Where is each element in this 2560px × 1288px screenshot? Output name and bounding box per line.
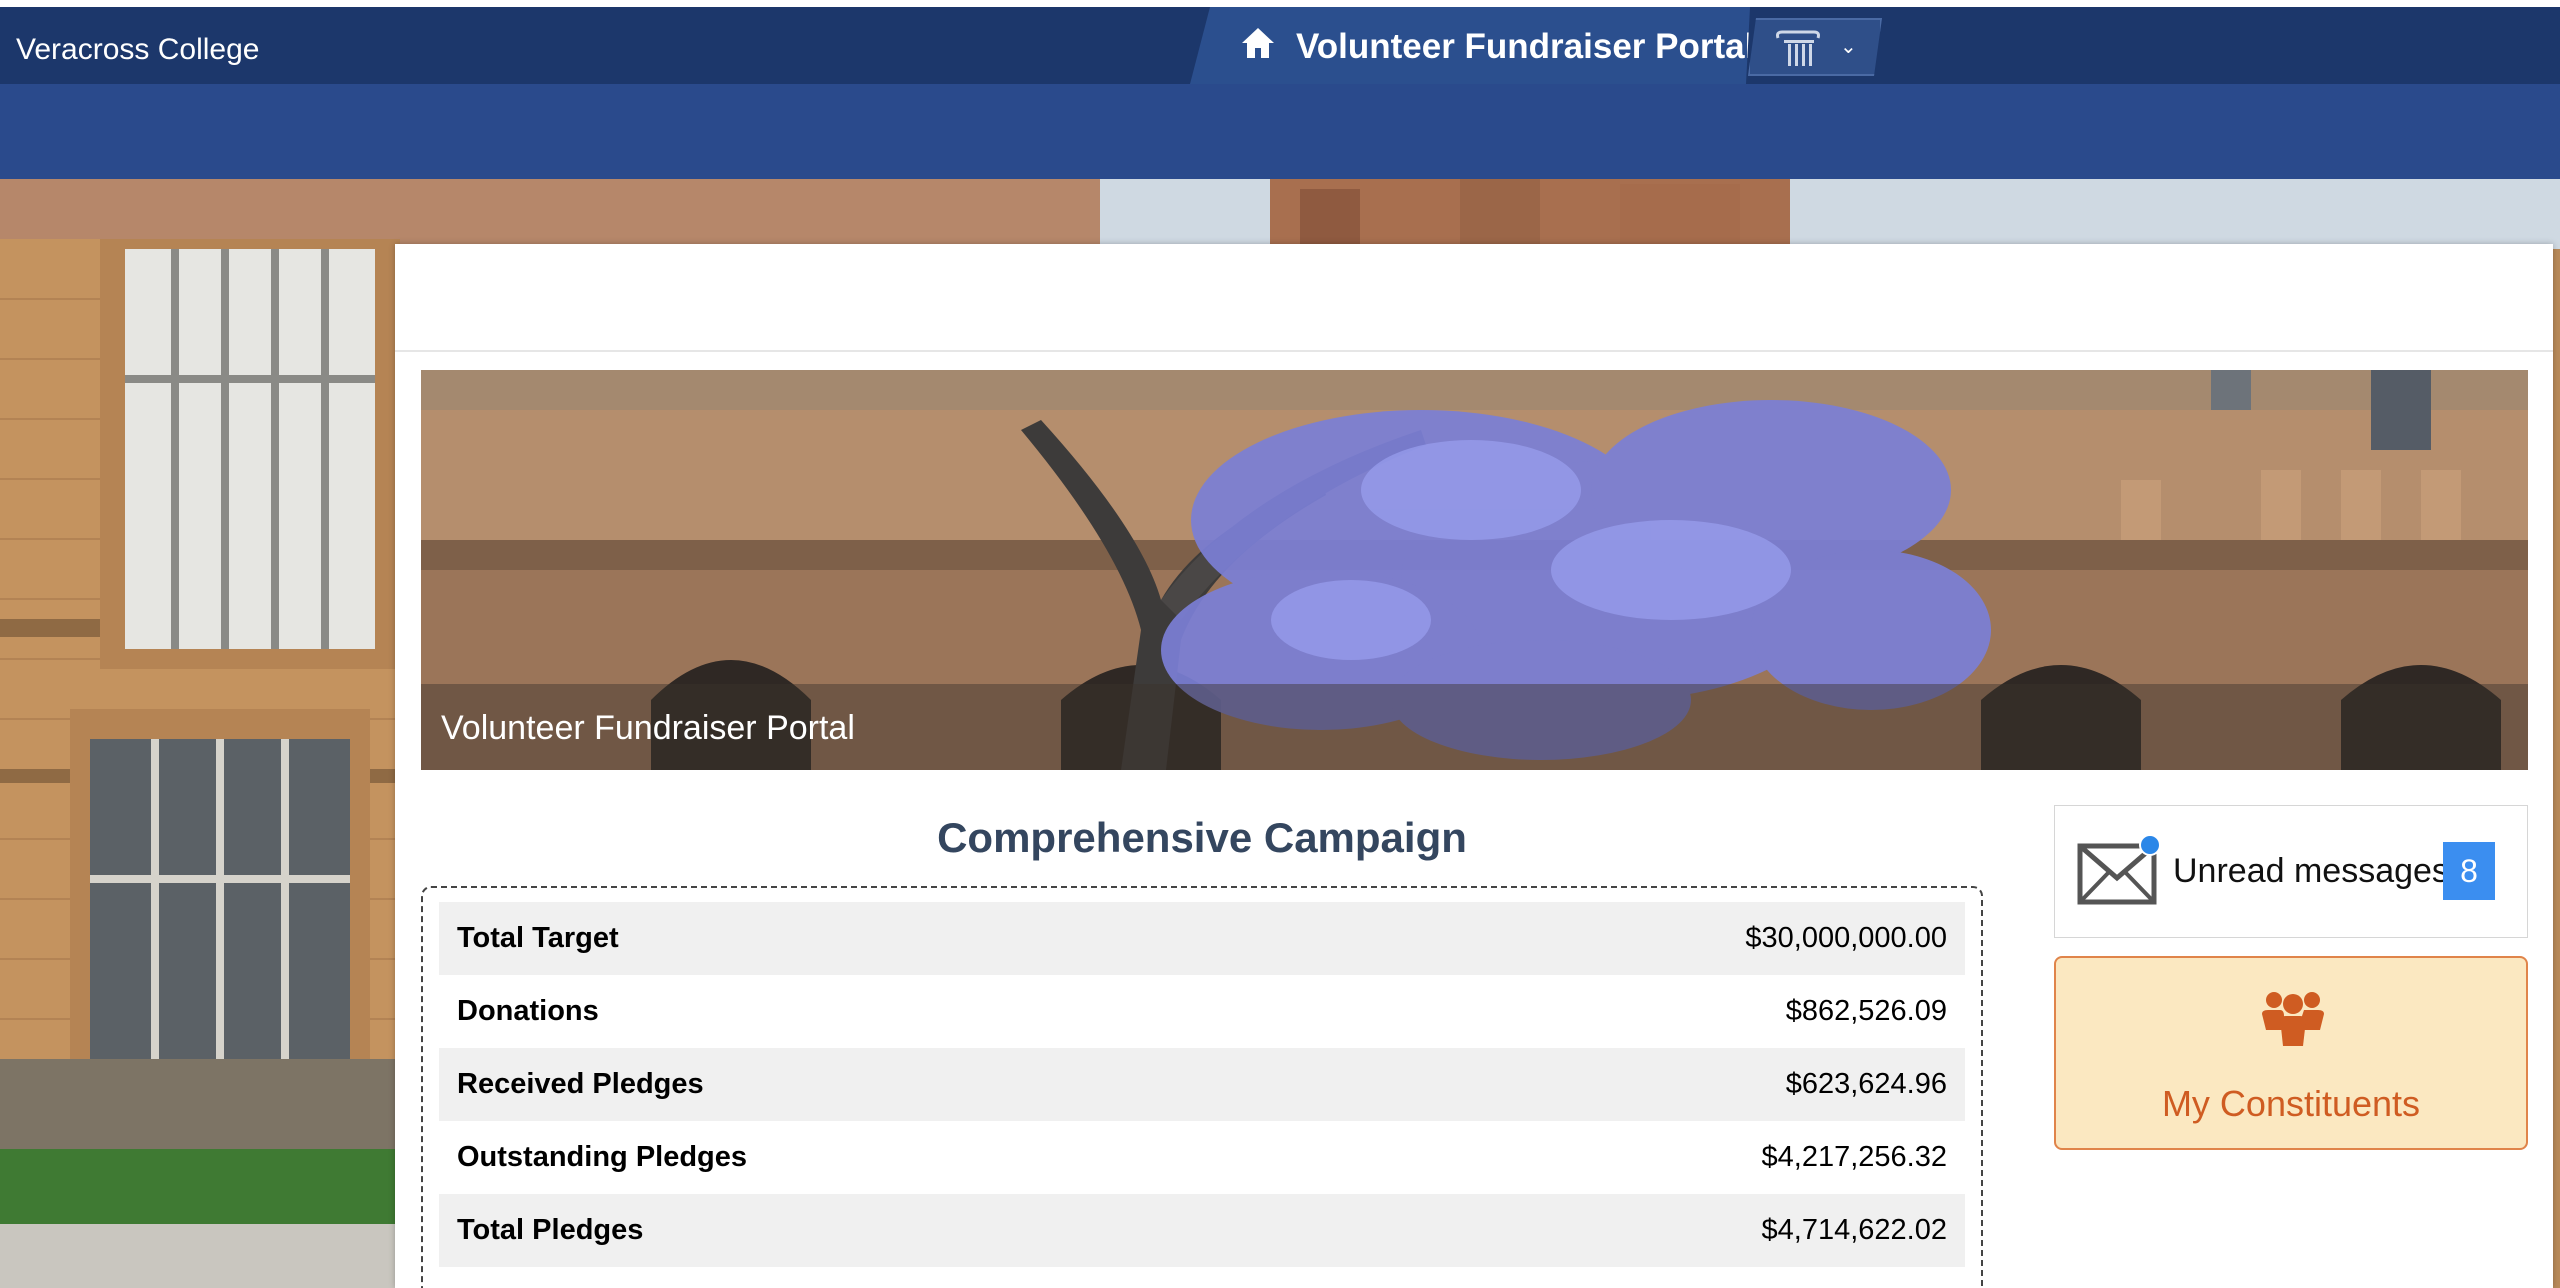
stat-label: Donations [457,995,599,1027]
portal-tab[interactable]: Volunteer Fundraiser Portal [1190,7,1750,84]
table-row: Total Pledges $4,714,622.02 [439,1194,1965,1267]
institution-column-icon [1774,30,1822,68]
table-row: Total Target $30,000,000.00 [439,902,1965,975]
notification-dot [2139,834,2161,856]
stat-label: Received Pledges [457,1068,704,1100]
table-row: Outstanding Pledges $4,217,256.32 [439,1121,1965,1194]
campaign-stats-table: Total Target $30,000,000.00 Donations $8… [421,886,1983,1288]
main-panel: Volunteer Fundraiser Portal Comprehensiv… [395,244,2553,1288]
stat-label: Total Pledges [457,1214,644,1246]
nav-band [0,84,2560,179]
hero-caption: Volunteer Fundraiser Portal [441,709,855,747]
hero-banner: Volunteer Fundraiser Portal [421,370,2528,770]
divider [395,350,2553,352]
app-switcher-button[interactable]: ⌄ [1748,18,1882,76]
stat-value: $862,526.09 [1785,995,1947,1027]
home-icon [1240,25,1276,61]
stat-value: $4,714,622.02 [1761,1214,1947,1246]
stat-value: $4,217,256.32 [1761,1141,1947,1173]
campaign-title: Comprehensive Campaign [937,814,1467,861]
unread-count-badge: 8 [2443,842,2495,900]
stat-value: $623,624.96 [1785,1068,1947,1100]
top-bar: Veracross College Volunteer Fundraiser P… [0,0,2560,84]
portal-title: Volunteer Fundraiser Portal [1296,27,1755,66]
stat-value: $30,000,000.00 [1745,922,1947,954]
my-constituents-button[interactable]: My Constituents [2054,956,2528,1150]
chevron-down-icon: ⌄ [1840,36,1857,58]
unread-messages-card[interactable]: Unread messages 8 [2054,805,2528,938]
people-icon [2262,992,2324,1046]
stat-label: Total Target [457,922,619,954]
unread-messages-label: Unread messages [2173,852,2449,890]
stat-label: Outstanding Pledges [457,1141,748,1173]
org-name[interactable]: Veracross College [16,33,259,67]
table-row: Donations $862,526.09 [439,975,1965,1048]
my-constituents-label: My Constituents [2161,1083,2421,1124]
table-row: Received Pledges $623,624.96 [439,1048,1965,1121]
